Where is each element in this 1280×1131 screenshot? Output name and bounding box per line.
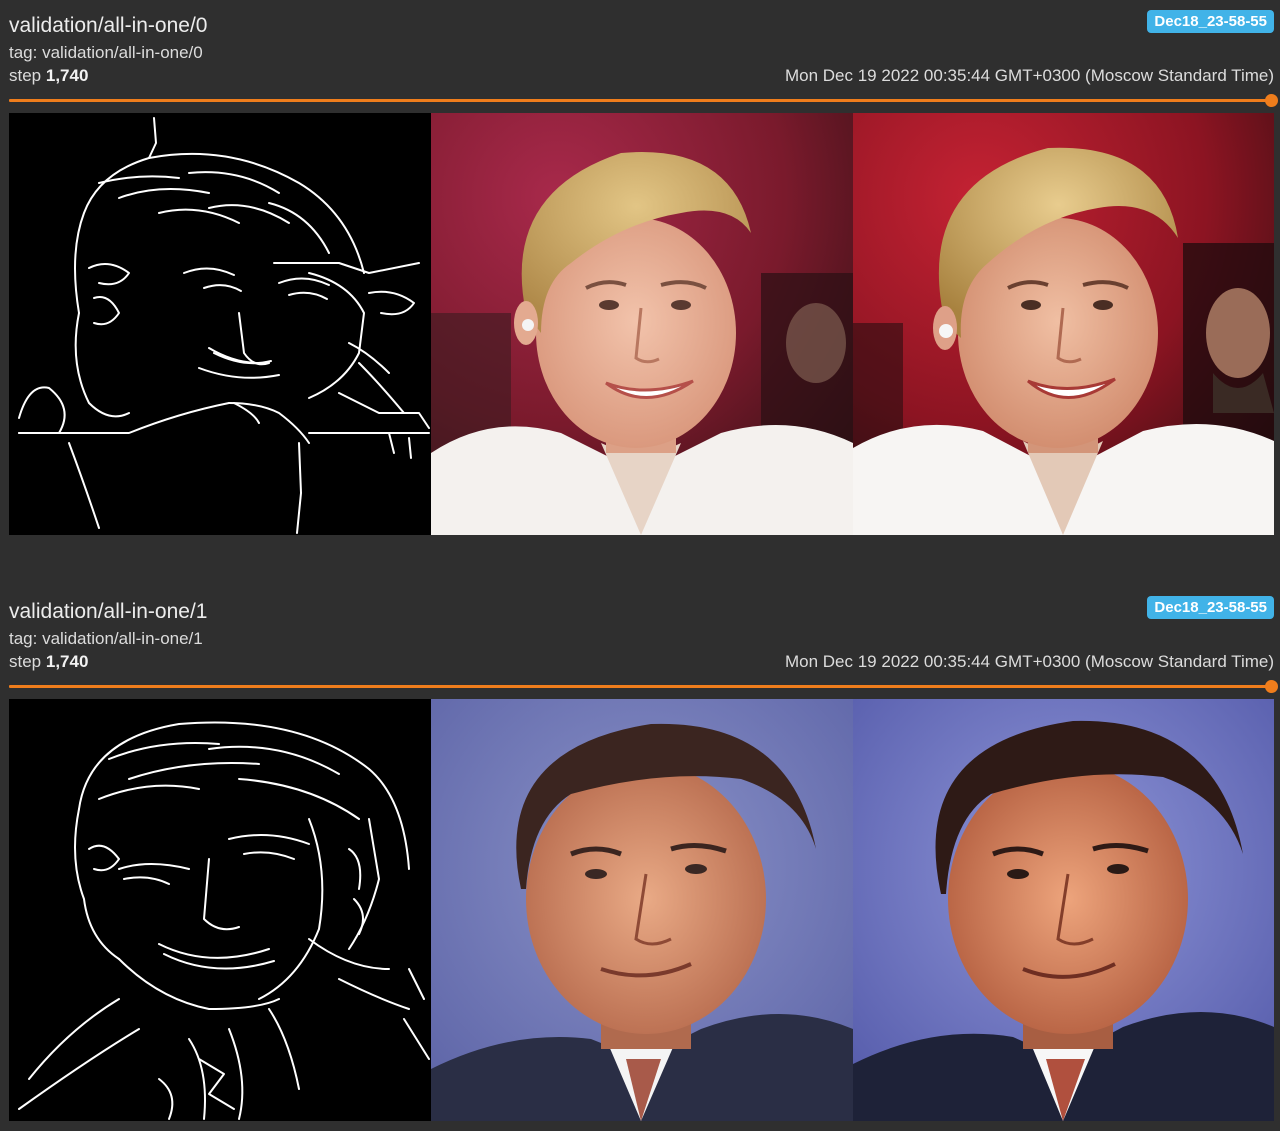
step-label: step [9, 66, 42, 85]
generated-image [431, 113, 853, 535]
step-value: 1,740 [45, 66, 89, 85]
run-badge: Dec18_23-58-55 [1147, 10, 1274, 33]
slider-fill [9, 685, 1273, 688]
edge-map-image [9, 113, 431, 535]
timestamp: Mon Dec 19 2022 00:35:44 GMT+0300 (Mosco… [784, 66, 1274, 85]
step-label: step [9, 652, 42, 671]
step-readout: step 1,740 [9, 652, 88, 672]
step-value: 1,740 [45, 652, 89, 671]
card-title: validation/all-in-one/1 [9, 600, 208, 623]
card-tag: tag: validation/all-in-one/0 [9, 43, 203, 62]
edge-map-image [9, 699, 431, 1121]
card-title: validation/all-in-one/0 [9, 14, 208, 37]
slider-thumb[interactable] [1265, 94, 1278, 107]
generated-image [431, 699, 853, 1121]
target-image [853, 113, 1274, 535]
target-image [853, 699, 1274, 1121]
card-tag: tag: validation/all-in-one/1 [9, 629, 203, 648]
slider-fill [9, 99, 1273, 102]
step-readout: step 1,740 [9, 66, 88, 86]
slider-thumb[interactable] [1265, 680, 1278, 693]
step-slider[interactable] [9, 94, 1278, 107]
step-slider[interactable] [9, 680, 1278, 693]
run-badge: Dec18_23-58-55 [1147, 596, 1274, 619]
timestamp: Mon Dec 19 2022 00:35:44 GMT+0300 (Mosco… [784, 652, 1274, 671]
